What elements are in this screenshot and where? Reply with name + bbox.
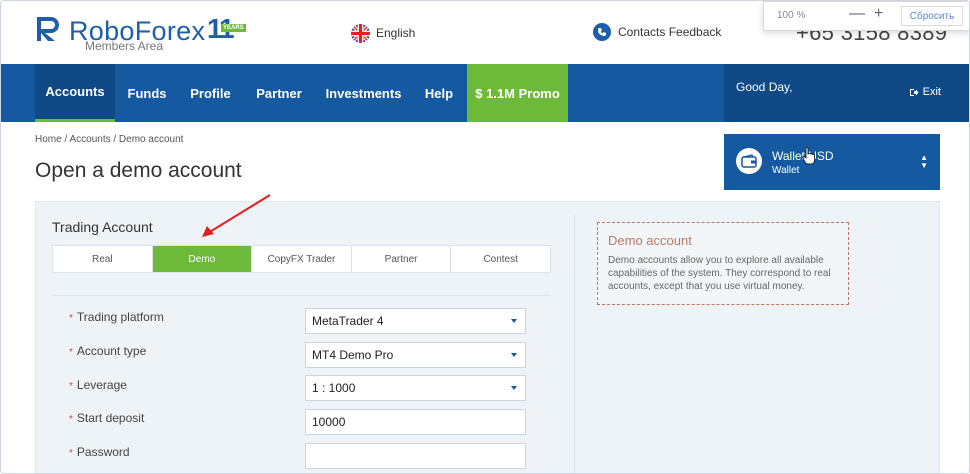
nav-item-partner[interactable]: Partner [244, 64, 314, 122]
leverage-select[interactable]: 1 : 1000 [305, 375, 526, 401]
info-title: Demo account [608, 233, 692, 248]
start-deposit-input[interactable]: 10000 [305, 409, 526, 435]
language-label: English [376, 26, 416, 40]
hand-cursor-icon [802, 147, 815, 165]
wallet-icon [736, 148, 762, 174]
main-nav: Accounts Funds Profile Partner Investmen… [1, 64, 969, 122]
logo-mark-icon [37, 17, 59, 41]
page-frame: RoboForex Members Area 11 YEARS English … [0, 0, 970, 474]
nav-item-profile[interactable]: Profile [179, 64, 242, 122]
phone-icon [593, 23, 611, 41]
required-mark: * [69, 381, 73, 392]
contacts-feedback-link[interactable]: Contacts Feedback [593, 23, 721, 41]
language-selector[interactable]: English [351, 23, 415, 43]
exit-label: Exit [922, 86, 941, 98]
required-mark: * [69, 313, 73, 324]
nav-item-promo[interactable]: $ 1.1M Promo [467, 64, 568, 122]
greeting: Good Day, [736, 80, 793, 94]
info-text: Demo accounts allow you to explore all a… [608, 255, 831, 292]
form-separator [52, 295, 551, 296]
nav-item-accounts[interactable]: Accounts [35, 64, 115, 122]
zoom-out-button[interactable]: — [849, 5, 865, 23]
logo-years-badge: YEARS [221, 24, 246, 32]
tab-copyfx-trader[interactable]: CopyFX Trader [252, 246, 352, 272]
start-deposit-label: * Start deposit [69, 411, 145, 425]
tab-partner[interactable]: Partner [351, 246, 452, 272]
uk-flag-icon [351, 23, 370, 43]
demo-info-box: Demo account Demo accounts allow you to … [597, 222, 849, 305]
required-mark: * [69, 448, 73, 459]
page-title: Open a demo account [35, 159, 242, 182]
zoom-popup: 100 % — + Сбросить [763, 1, 969, 31]
logo-subtitle: Members Area [85, 39, 164, 53]
leverage-label: * Leverage [69, 378, 127, 392]
tab-contest[interactable]: Contest [451, 246, 550, 272]
zoom-reset-button[interactable]: Сбросить [901, 6, 963, 26]
nav-item-funds[interactable]: Funds [117, 64, 177, 122]
trading-platform-value: MetaTrader 4 [312, 314, 384, 328]
breadcrumb[interactable]: Home / Accounts / Demo account [35, 134, 183, 145]
chevron-down-icon [511, 386, 517, 390]
chevron-down-icon [511, 319, 517, 323]
user-area: Good Day, Exit [724, 64, 969, 122]
account-type-label: * Account type [69, 344, 147, 358]
annotation-arrow-icon [202, 194, 271, 237]
exit-button[interactable]: Exit [909, 86, 941, 98]
trading-platform-select[interactable]: MetaTrader 4 [305, 308, 526, 334]
account-type-tabs: Real Demo CopyFX Trader Partner Contest [52, 245, 551, 273]
account-type-value: MT4 Demo Pro [312, 348, 394, 362]
zoom-level: 100 % [777, 10, 806, 21]
required-mark: * [69, 347, 73, 358]
zoom-in-button[interactable]: + [874, 5, 883, 23]
section-title: Trading Account [52, 219, 153, 235]
contacts-label: Contacts Feedback [618, 25, 722, 39]
exit-icon [909, 88, 919, 96]
logo[interactable]: RoboForex Members Area 11 YEARS [35, 13, 250, 53]
nav-item-investments[interactable]: Investments [316, 64, 411, 122]
wallet-selector[interactable]: Wallet USD Wallet ▲ ▼ [724, 134, 940, 190]
nav-item-help[interactable]: Help [413, 64, 465, 122]
panel-divider [574, 214, 575, 473]
chevron-down-icon [511, 353, 517, 357]
account-type-select[interactable]: MT4 Demo Pro [305, 342, 526, 368]
password-label: * Password [69, 445, 130, 459]
trading-platform-label: * Trading platform [69, 310, 164, 324]
required-mark: * [69, 414, 73, 425]
wallet-type: Wallet [772, 165, 800, 176]
tab-real[interactable]: Real [53, 246, 153, 272]
password-input[interactable] [305, 443, 526, 469]
tab-demo[interactable]: Demo [152, 246, 253, 272]
leverage-value: 1 : 1000 [312, 381, 356, 395]
sort-arrows-icon: ▲ ▼ [920, 153, 928, 170]
